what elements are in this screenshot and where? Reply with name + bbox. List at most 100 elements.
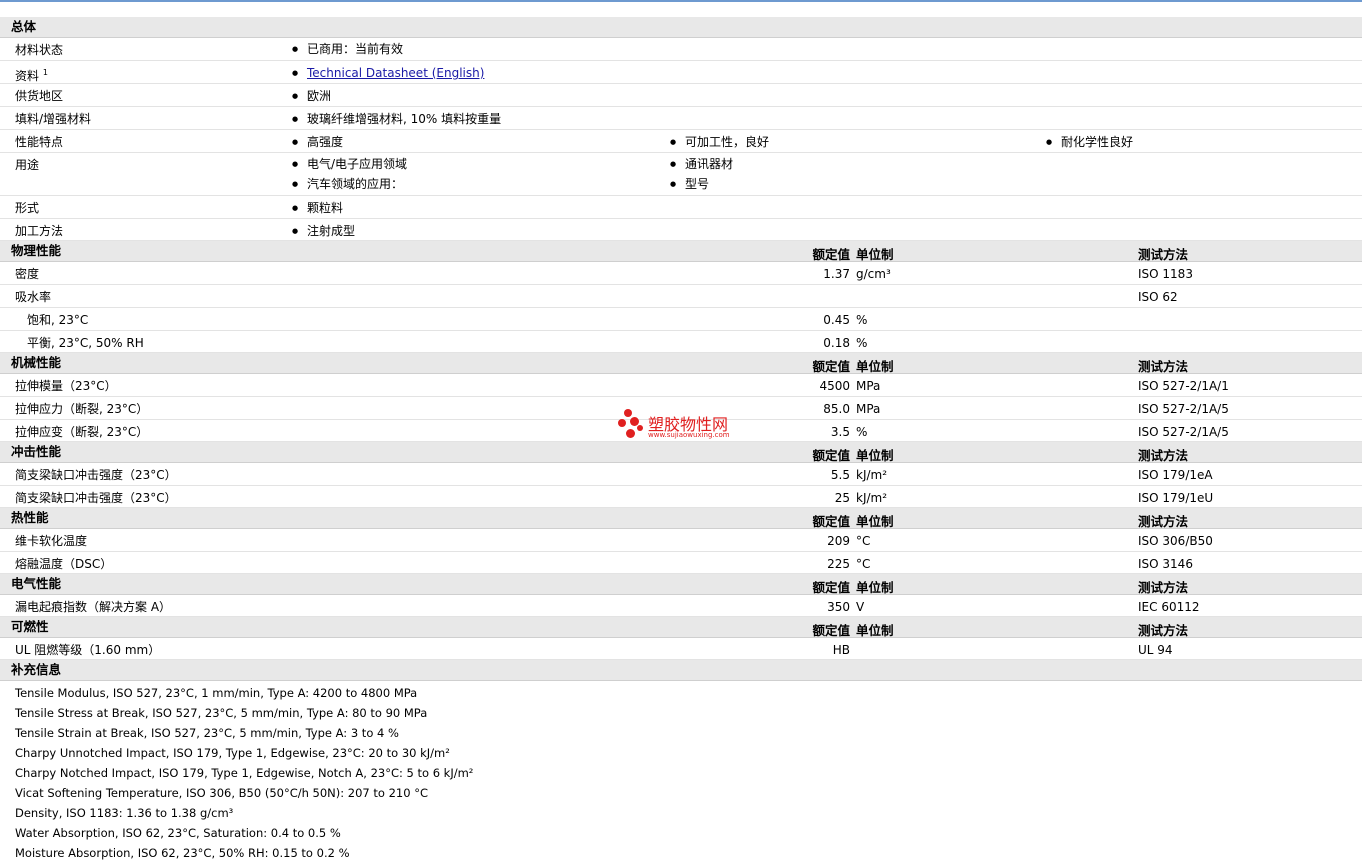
row-test-method: ISO 62 [1138,290,1178,304]
row-label: UL 阻燃等级（1.60 mm） [15,643,161,657]
row-label: 拉伸应变（断裂, 23°C） [15,425,149,439]
supplementary-line: Moisture Absorption, ISO 62, 23°C, 50% R… [15,846,350,860]
column-header-rated: 额定值 [812,359,850,374]
row-label: 漏电起痕指数（解决方案 A） [15,600,172,614]
row-label: 维卡软化温度 [15,534,88,548]
general-row: 资料 1 Technical Datasheet (English) [0,61,1362,84]
row-unit: % [856,425,868,439]
row-label: 拉伸模量（23°C） [15,379,117,393]
row-test-method: ISO 179/1eA [1138,468,1213,482]
section-title: 电气性能 [11,576,62,591]
property-row: 简支梁缺口冲击强度（23°C） 25 kJ/m² ISO 179/1eU [0,486,1362,508]
supplementary-line: Tensile Stress at Break, ISO 527, 23°C, … [15,706,428,720]
row-label: 用途 [15,158,40,172]
property-row: 简支梁缺口冲击强度（23°C） 5.5 kJ/m² ISO 179/1eA [0,463,1362,486]
watermark-url: www.sujiaowuxing.com [648,431,730,439]
section-header-general: 总体 [0,17,1362,38]
property-row: 密度 1.37 g/cm³ ISO 1183 [0,262,1362,285]
property-row: 熔融温度（DSC） 225 °C ISO 3146 [0,552,1362,574]
row-value: 85.0 [823,402,850,416]
property-row: 漏电起痕指数（解决方案 A） 350 V IEC 60112 [0,595,1362,617]
row-label: 性能特点 [15,135,64,149]
row-value: 0.45 [823,313,850,327]
property-row: 饱和, 23°C 0.45 % [0,308,1362,331]
row-value: 注射成型 [292,224,355,238]
row-label: 拉伸应力（断裂, 23°C） [15,402,149,416]
row-value: 欧洲 [292,89,331,103]
logo-dot-icon [624,409,632,417]
row-unit: °C [856,557,871,571]
row-value: HB [832,643,850,657]
section-header-supplementary: 补充信息 [0,660,1362,681]
row-label: 材料状态 [15,43,64,57]
row-unit: °C [856,534,871,548]
row-value: 高强度 [292,135,343,149]
top-border [0,0,1362,2]
watermark-logo: 塑胶物性网 www.sujiaowuxing.com [618,407,748,441]
section-title: 冲击性能 [11,444,62,459]
supplementary-line: Density, ISO 1183: 1.36 to 1.38 g/cm³ [15,806,234,820]
column-header-unit: 单位制 [856,247,894,262]
supplementary-line: Tensile Strain at Break, ISO 527, 23°C, … [15,726,399,740]
column-header-rated: 额定值 [812,448,850,463]
row-test-method: IEC 60112 [1138,600,1200,614]
row-unit: % [856,313,868,327]
column-header-test: 测试方法 [1138,514,1189,529]
supplementary-line: Water Absorption, ISO 62, 23°C, Saturati… [15,826,341,840]
row-value: 1.37 [823,267,850,281]
row-unit: V [856,600,865,614]
row-value: 汽车领域的应用： [292,177,403,191]
column-header-test: 测试方法 [1138,359,1189,374]
general-row: 加工方法 注射成型 [0,219,1362,241]
property-row: 平衡, 23°C, 50% RH 0.18 % [0,331,1362,353]
supplementary-line: Charpy Unnotched Impact, ISO 179, Type 1… [15,746,450,760]
column-header-rated: 额定值 [812,623,850,638]
row-value: 已商用：当前有效 [292,42,403,56]
column-header-unit: 单位制 [856,514,894,529]
column-header-rated: 额定值 [812,247,850,262]
logo-dot-icon [637,425,643,431]
row-value: 耐化学性良好 [1046,135,1133,149]
column-header-test: 测试方法 [1138,623,1189,638]
column-header-test: 测试方法 [1138,580,1189,595]
section-header-impact: 冲击性能 额定值 单位制 测试方法 [0,442,1362,463]
row-label: 密度 [15,267,40,281]
section-title: 可燃性 [11,619,49,634]
supplementary-line: Vicat Softening Temperature, ISO 306, B5… [15,786,428,800]
row-label: 供货地区 [15,89,64,103]
row-value: 玻璃纤维增强材料, 10% 填料按重量 [292,112,501,126]
row-label: 简支梁缺口冲击强度（23°C） [15,491,177,505]
column-header-test: 测试方法 [1138,448,1189,463]
property-row: 吸水率 ISO 62 [0,285,1362,308]
section-header-mechanical: 机械性能 额定值 单位制 测试方法 [0,353,1362,374]
logo-dot-icon [618,419,626,427]
column-header-unit: 单位制 [856,359,894,374]
section-header-flammability: 可燃性 额定值 单位制 测试方法 [0,617,1362,638]
column-header-rated: 额定值 [812,580,850,595]
column-header-rated: 额定值 [812,514,850,529]
row-unit: kJ/m² [856,491,888,505]
row-value: 350 [827,600,850,614]
row-value: 颗粒料 [292,201,343,215]
row-test-method: ISO 527-2/1A/1 [1138,379,1229,393]
row-value: 3.5 [830,425,850,439]
row-label: 资料 1 [15,68,48,83]
row-test-method: ISO 306/B50 [1138,534,1213,548]
row-value: 25 [834,491,850,505]
supplementary-line: Charpy Notched Impact, ISO 179, Type 1, … [15,766,474,780]
general-row: 形式 颗粒料 [0,196,1362,219]
supplementary-line: Tensile Modulus, ISO 527, 23°C, 1 mm/min… [15,686,418,700]
section-title: 总体 [11,19,37,34]
row-label: 平衡, 23°C, 50% RH [27,336,144,350]
general-row: 材料状态 已商用：当前有效 [0,38,1362,61]
column-header-test: 测试方法 [1138,247,1189,262]
row-value: 4500 [819,379,850,393]
row-value: Technical Datasheet (English) [292,66,484,80]
row-test-method: ISO 1183 [1138,267,1193,281]
section-title: 机械性能 [11,355,62,370]
property-row: 拉伸模量（23°C） 4500 MPa ISO 527-2/1A/1 [0,374,1362,397]
general-row: 用途 电气/电子应用领域 通讯器材 汽车领域的应用： 型号 [0,153,1362,196]
row-test-method: ISO 527-2/1A/5 [1138,425,1229,439]
datasheet-link[interactable]: Technical Datasheet (English) [307,66,484,80]
row-test-method: UL 94 [1138,643,1173,657]
